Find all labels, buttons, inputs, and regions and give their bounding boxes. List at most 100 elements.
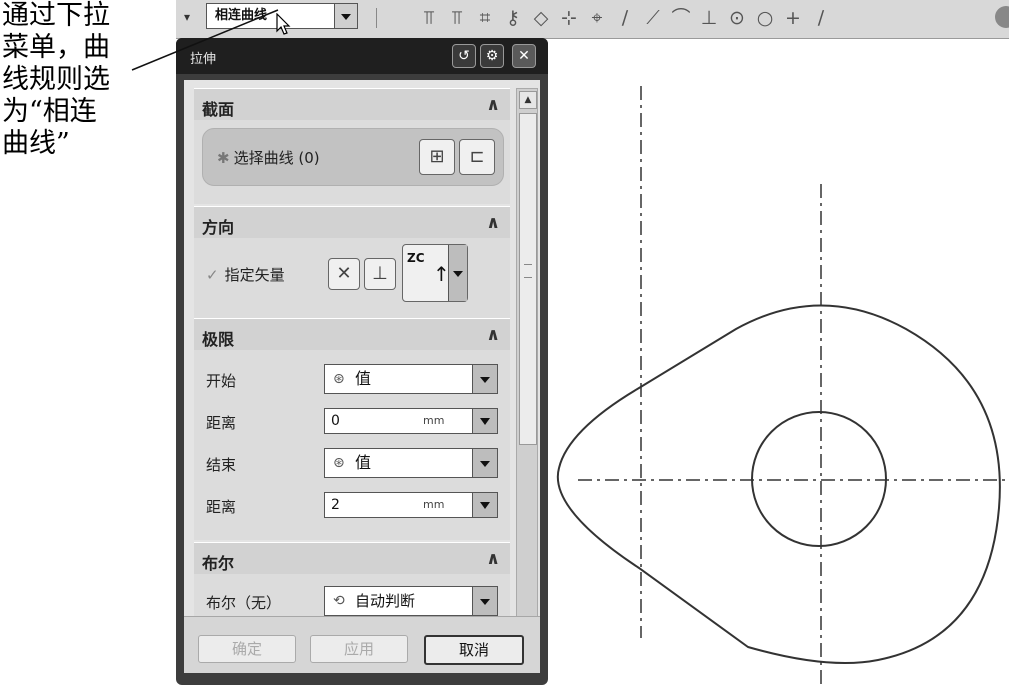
point-icon[interactable]: ⊥	[696, 5, 722, 31]
boolean-header[interactable]: 布尔 ∧	[194, 542, 510, 576]
start-label: 开始	[206, 372, 237, 390]
selection-count: (0)	[298, 149, 320, 167]
snap-toolbar: ⫪ ⫪ ⌗ ⚷ ◇ ⊹ ⌖ ∕ ⟋ ⌒ ⊥ ⊙ ○ + ∕	[416, 5, 834, 31]
chevron-down-icon[interactable]	[472, 587, 497, 615]
vector-label: ✓ 指定矢量	[206, 266, 285, 284]
line-icon[interactable]: ∕	[808, 5, 834, 31]
dialog-title: 拉伸	[190, 52, 217, 67]
plus-icon[interactable]: +	[780, 5, 806, 31]
reset-icon[interactable]: ↺	[452, 44, 476, 68]
extrude-dialog: 拉伸 ↺ ⚙ ✕ 截面 ∧ ✱ 选择曲线 (0) ⊞ ⊏ 方向 ∧ ✓ 指定矢量…	[176, 38, 548, 685]
scrollbar-thumb[interactable]	[519, 113, 537, 445]
start-distance-label: 距离	[206, 414, 237, 432]
boolean-value: 自动判断	[355, 592, 416, 610]
toolbar-options-icon[interactable]: ▾	[184, 10, 190, 24]
boolean-row: 布尔（无） ⟲ 自动判断	[202, 586, 502, 616]
graphics-canvas[interactable]	[548, 38, 1009, 685]
mouse-cursor-icon	[276, 13, 291, 35]
vector-type-dropdown[interactable]: ZC ↑	[402, 244, 468, 302]
start-option-value: 值	[355, 369, 372, 388]
curve-icon[interactable]: ⊏	[459, 139, 495, 175]
reverse-direction-icon[interactable]: ✕	[328, 258, 360, 290]
close-icon[interactable]: ✕	[512, 44, 536, 68]
start-row: 开始 ⊛ 值	[202, 364, 502, 394]
ok-button[interactable]: 确定	[198, 635, 296, 663]
chevron-down-icon[interactable]	[334, 4, 357, 28]
value-icon: ⊛	[333, 371, 345, 387]
section-header-label: 截面	[202, 100, 235, 119]
boolean-body: 布尔（无） ⟲ 自动判断	[194, 574, 510, 616]
key-icon[interactable]: ⚷	[500, 5, 526, 31]
annotation-callout: 通过下拉 菜单，曲 线规则选 为“相连 曲线”	[2, 0, 132, 160]
gear-icon[interactable]: ⚙	[480, 44, 504, 68]
snap-icon[interactable]: ⌖	[584, 5, 610, 31]
chevron-down-icon[interactable]	[448, 245, 467, 301]
start-distance-value: 0	[331, 413, 340, 429]
chevron-up-icon[interactable]: ∧	[486, 95, 500, 115]
diamond-icon[interactable]: ◇	[528, 5, 554, 31]
end-distance-row: 距离 2 mm	[202, 490, 502, 520]
sphere-icon[interactable]	[995, 6, 1009, 28]
boolean-header-label: 布尔	[202, 554, 235, 573]
selection-toolbar: ▾ 相连曲线 ⫪ ⫪ ⌗ ⚷ ◇ ⊹ ⌖ ∕ ⟋ ⌒ ⊥ ⊙ ○ + ∕	[176, 0, 1009, 39]
line-icon[interactable]: ∕	[612, 5, 638, 31]
start-distance-field[interactable]: 0 mm	[324, 408, 498, 434]
dialog-body: 截面 ∧ ✱ 选择曲线 (0) ⊞ ⊏ 方向 ∧ ✓ 指定矢量 ✕ ⊥ ZC ↑…	[184, 80, 540, 673]
snap-icon[interactable]: ⊹	[556, 5, 582, 31]
constraint-icon[interactable]: ⫪	[416, 5, 442, 31]
chevron-down-icon[interactable]	[472, 365, 497, 393]
select-curve-label: ✱ 选择曲线 (0)	[217, 149, 320, 167]
checkmark-icon: ✓	[206, 266, 219, 284]
chevron-down-icon[interactable]	[472, 409, 497, 433]
section-body: ✱ 选择曲线 (0) ⊞ ⊏	[194, 120, 510, 204]
constraint-icon[interactable]: ⫪	[444, 5, 470, 31]
annotation-line: 曲线”	[2, 128, 70, 159]
unit-label: mm	[423, 498, 445, 511]
start-distance-row: 距离 0 mm	[202, 406, 502, 436]
annotation-line: 菜单，曲	[2, 32, 110, 63]
limits-header[interactable]: 极限 ∧	[194, 318, 510, 352]
chevron-down-icon[interactable]	[472, 449, 497, 477]
chevron-up-icon[interactable]: ∧	[486, 325, 500, 345]
cancel-button[interactable]: 取消	[424, 635, 524, 665]
vector-option: ZC	[407, 251, 425, 265]
circle-icon[interactable]: ○	[752, 5, 778, 31]
boolean-dropdown[interactable]: ⟲ 自动判断	[324, 586, 498, 616]
toolbar-separator	[376, 8, 377, 28]
annotation-line: 为“相连	[2, 96, 97, 127]
chevron-up-icon[interactable]: ∧	[486, 213, 500, 233]
annotation-line: 线规则选	[2, 64, 110, 95]
direction-header-label: 方向	[202, 218, 235, 237]
direction-header[interactable]: 方向 ∧	[194, 206, 510, 240]
value-icon: ⊛	[333, 455, 345, 471]
dialog-footer: 确定 应用 取消	[184, 616, 540, 673]
apply-button[interactable]: 应用	[310, 635, 408, 663]
end-distance-label: 距离	[206, 498, 237, 516]
grid-icon[interactable]: ⌗	[472, 5, 498, 31]
end-distance-field[interactable]: 2 mm	[324, 492, 498, 518]
profile-curve	[556, 304, 1001, 664]
sketch-section-icon[interactable]: ⊞	[419, 139, 455, 175]
end-row: 结束 ⊛ 值	[202, 448, 502, 478]
line-icon[interactable]: ⟋	[640, 5, 666, 31]
arc-icon[interactable]: ⌒	[668, 5, 694, 31]
direction-body: ✓ 指定矢量 ✕ ⊥ ZC ↑	[194, 238, 510, 318]
circle-icon[interactable]: ⊙	[724, 5, 750, 31]
end-option-dropdown[interactable]: ⊛ 值	[324, 448, 498, 478]
section-header[interactable]: 截面 ∧	[194, 88, 510, 122]
end-distance-value: 2	[331, 497, 340, 513]
limits-header-label: 极限	[202, 330, 235, 349]
inner-circle	[751, 411, 887, 547]
required-icon: ✱	[217, 149, 230, 167]
limits-body: 开始 ⊛ 值 距离 0 mm 结束 ⊛ 值 距离 2 mm	[194, 350, 510, 540]
chevron-down-icon[interactable]	[472, 493, 497, 517]
select-curve-row[interactable]: ✱ 选择曲线 (0) ⊞ ⊏	[202, 128, 504, 186]
dialog-scrollbar[interactable]: ▲ ▼	[516, 88, 538, 666]
grip-icon	[524, 264, 532, 278]
start-option-dropdown[interactable]: ⊛ 值	[324, 364, 498, 394]
chevron-up-icon[interactable]: ∧	[486, 549, 500, 569]
vector-dialog-icon[interactable]: ⊥	[364, 258, 396, 290]
scroll-up-icon[interactable]: ▲	[519, 91, 537, 109]
end-label: 结束	[206, 456, 237, 474]
dialog-titlebar[interactable]: 拉伸 ↺ ⚙ ✕	[176, 38, 548, 74]
